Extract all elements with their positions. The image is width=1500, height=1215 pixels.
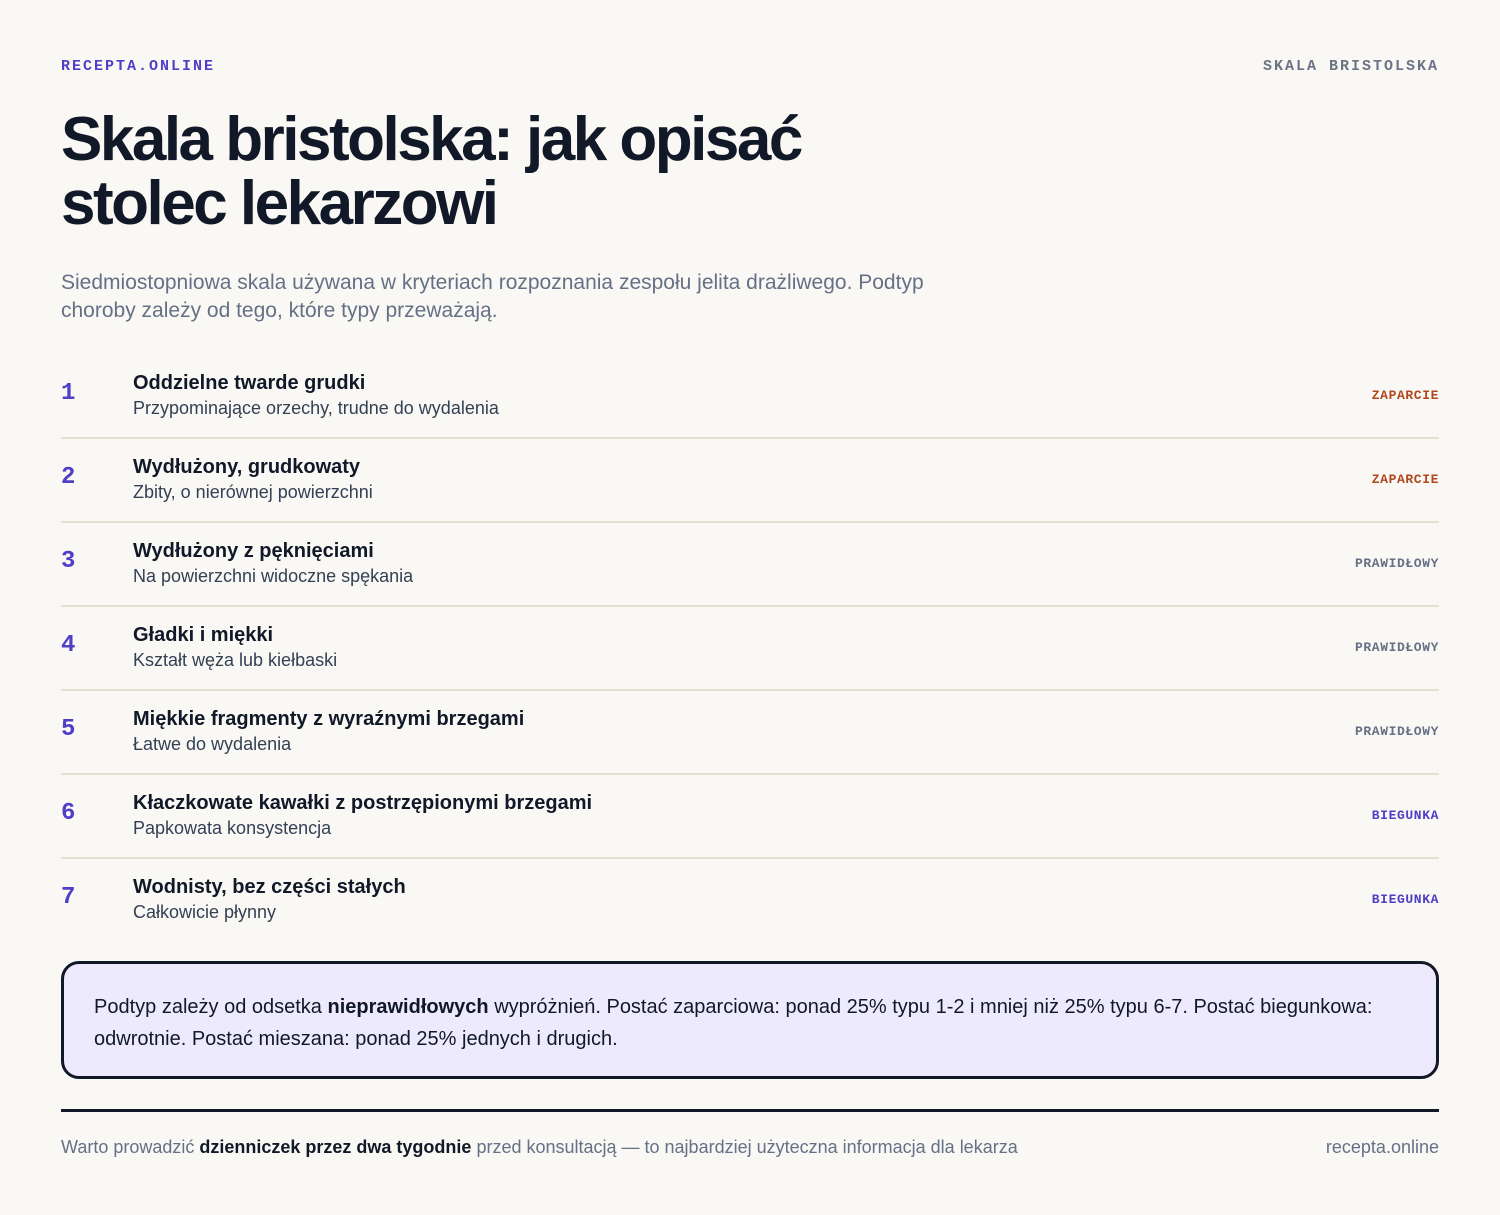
type-row-1: 1 Oddzielne twarde grudki Przypominające…: [61, 355, 1439, 439]
type-row-3: 3 Wydłużony z pęknięciami Na powierzchni…: [61, 523, 1439, 607]
type-description: Kształt węża lub kiełbaski: [133, 650, 338, 670]
footer-note-end: przed konsultacją — to najbardziej użyte…: [471, 1137, 1018, 1157]
type-description: Przypominające orzechy, trudne do wydale…: [133, 398, 499, 418]
info-callout: Podtyp zależy od odsetka nieprawidłowych…: [61, 961, 1439, 1079]
type-number: 2: [61, 464, 76, 491]
type-title: Wodnisty, bez części stałych: [133, 876, 406, 898]
footer-emphasis: dzienniczek przez dwa tygodnie: [199, 1137, 472, 1157]
footer-note: Warto prowadzić dzienniczek przez dwa ty…: [61, 1137, 1018, 1158]
type-number: 3: [61, 548, 76, 575]
type-number: 7: [61, 884, 76, 911]
page-subtitle: Siedmiostopniowa skala używana w kryteri…: [61, 271, 924, 322]
callout-emphasis: nieprawidłowych: [327, 996, 489, 1018]
callout-text-start: Podtyp zależy od odsetka: [94, 996, 328, 1018]
type-number: 4: [61, 632, 76, 659]
type-description: Papkowata konsystencja: [133, 818, 332, 838]
top-bar: RECEPTA.ONLINE SKALA BRISTOLSKA: [61, 58, 1439, 75]
type-description: Całkowicie płynny: [133, 902, 277, 922]
type-description: Zbity, o nierównej powierzchni: [133, 482, 373, 502]
type-number: 1: [61, 380, 76, 407]
footer-note-start: Warto prowadzić: [61, 1137, 200, 1157]
page: RECEPTA.ONLINE SKALA BRISTOLSKA Skala br…: [0, 0, 1500, 1215]
brand-logo-text[interactable]: RECEPTA.ONLINE: [61, 58, 215, 75]
type-row-5: 5 Miękkie fragmenty z wyraźnymi brzegami…: [61, 691, 1439, 775]
page-title: Skala bristolska: jak opisać stolec leka…: [61, 105, 803, 238]
category-badge: ZAPARCIE: [1371, 472, 1439, 487]
category-badge: PRAWIDŁOWY: [1354, 640, 1439, 655]
type-row-6: 6 Kłaczkowate kawałki z postrzępionymi b…: [61, 775, 1439, 859]
type-title: Wydłużony z pęknięciami: [133, 540, 374, 562]
bristol-type-list: 1 Oddzielne twarde grudki Przypominające…: [61, 355, 1439, 941]
type-row-4: 4 Gładki i miękki Kształt węża lub kiełb…: [61, 607, 1439, 691]
footer-divider: [61, 1109, 1439, 1112]
category-badge: PRAWIDŁOWY: [1354, 556, 1439, 571]
type-description: Łatwe do wydalenia: [133, 734, 292, 754]
footer: Warto prowadzić dzienniczek przez dwa ty…: [61, 1137, 1439, 1158]
category-badge: BIEGUNKA: [1371, 808, 1439, 823]
type-row-2: 2 Wydłużony, grudkowaty Zbity, o nierówn…: [61, 439, 1439, 523]
type-description: Na powierzchni widoczne spękania: [133, 566, 414, 586]
category-badge: ZAPARCIE: [1371, 388, 1439, 403]
type-title: Oddzielne twarde grudki: [133, 372, 366, 394]
category-badge: BIEGUNKA: [1371, 892, 1439, 907]
footer-site-link[interactable]: recepta.online: [1326, 1137, 1439, 1158]
category-badge: PRAWIDŁOWY: [1354, 724, 1439, 739]
type-title: Miękkie fragmenty z wyraźnymi brzegami: [133, 708, 525, 730]
section-label: SKALA BRISTOLSKA: [1262, 58, 1439, 75]
type-title: Wydłużony, grudkowaty: [133, 456, 361, 478]
type-title: Kłaczkowate kawałki z postrzępionymi brz…: [133, 792, 593, 814]
type-title: Gładki i miękki: [133, 624, 274, 646]
type-number: 6: [61, 800, 76, 827]
callout-text: Podtyp zależy od odsetka nieprawidłowych…: [94, 991, 1406, 1055]
type-number: 5: [61, 716, 76, 743]
type-row-7: 7 Wodnisty, bez części stałych Całkowici…: [61, 859, 1439, 941]
